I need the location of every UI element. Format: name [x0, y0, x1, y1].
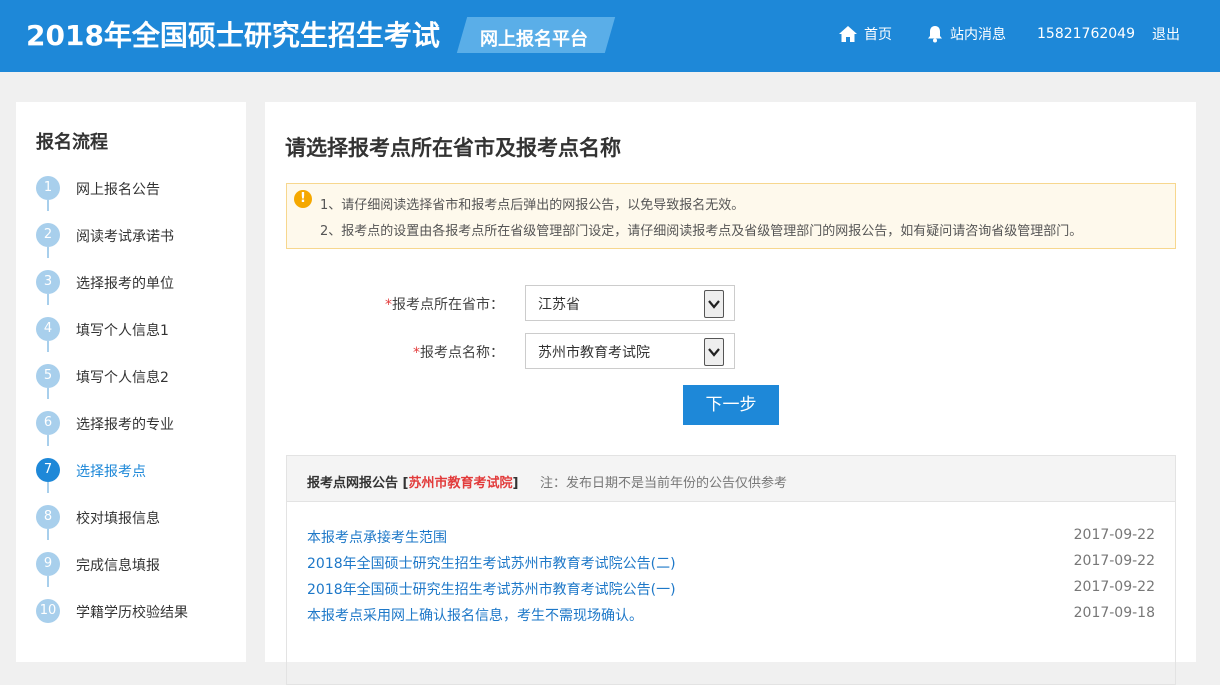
step-item: 10 学籍学历校验结果	[16, 587, 246, 634]
announcement-item: 2018年全国硕士研究生招生考试苏州市教育考试院公告(二) 2017-09-22	[307, 549, 1155, 575]
required-mark: *	[385, 297, 392, 313]
step-number: 7	[36, 458, 60, 482]
step-label: 完成信息填报	[76, 558, 160, 574]
page-title: 请选择报考点所在省市及报考点名称	[285, 136, 621, 160]
step-item: 9 完成信息填报	[16, 540, 246, 587]
main-panel: 请选择报考点所在省市及报考点名称 ! 1、请仔细阅读选择省市和报考点后弹出的网报…	[265, 102, 1196, 685]
step-label: 学籍学历校验结果	[76, 605, 188, 621]
step-connector	[47, 576, 49, 587]
step-item: 1 网上报名公告	[16, 164, 246, 211]
top-header: 2018年全国硕士研究生招生考试 网上报名平台 首页 站内消息 15821762…	[0, 0, 1220, 72]
announcement-title-prefix: 报考点网报公告 [	[307, 476, 409, 491]
step-label: 选择报考的专业	[76, 417, 174, 433]
sidebar-title: 报名流程	[36, 132, 108, 153]
next-step-button[interactable]: 下一步	[683, 385, 779, 425]
announcement-item: 本报考点承接考生范围 2017-09-22	[307, 523, 1155, 549]
step-connector	[47, 388, 49, 399]
announcement-note: 注：发布日期不是当前年份的公告仅供参考	[540, 476, 788, 491]
site-label: *报考点名称：	[413, 342, 504, 362]
step-number: 2	[36, 223, 60, 247]
step-label: 填写个人信息2	[76, 370, 169, 386]
announcement-item: 2018年全国硕士研究生招生考试苏州市教育考试院公告(一) 2017-09-22	[307, 575, 1155, 601]
warning-icon: !	[294, 190, 312, 208]
province-label: *报考点所在省市：	[385, 294, 504, 314]
province-select-value: 江苏省	[538, 297, 580, 313]
nav-messages-label: 站内消息	[950, 27, 1006, 43]
process-sidebar: 报名流程 1 网上报名公告 2 阅读考试承诺书 3 选择报考的单位 4 填写个人信息1 …	[16, 102, 246, 662]
step-number: 6	[36, 411, 60, 435]
step-label: 选择报考的单位	[76, 276, 174, 292]
announcement-date: 2017-09-22	[1073, 527, 1155, 543]
step-item: 4 填写个人信息1	[16, 305, 246, 352]
announcement-link[interactable]: 2018年全国硕士研究生招生考试苏州市教育考试院公告(二)	[307, 553, 676, 573]
notice-line-1: 1、请仔细阅读选择省市和报考点后弹出的网报公告，以免导致报名无效。	[320, 198, 745, 213]
dropdown-arrow[interactable]	[704, 290, 724, 318]
step-number: 8	[36, 505, 60, 529]
announcement-site-name: 苏州市教育考试院	[408, 476, 513, 491]
step-number: 1	[36, 176, 60, 200]
province-label-text: 报考点所在省市：	[392, 297, 504, 313]
announcement-link[interactable]: 2018年全国硕士研究生招生考试苏州市教育考试院公告(一)	[307, 579, 676, 599]
nav-home-label: 首页	[864, 27, 892, 43]
announcement-date: 2017-09-22	[1073, 553, 1155, 569]
platform-badge: 网上报名平台	[456, 17, 616, 53]
announcement-panel: 报考点网报公告 [苏州市教育考试院] 注：发布日期不是当前年份的公告仅供参考 本…	[286, 455, 1176, 685]
step-connector	[47, 294, 49, 305]
site-select-value: 苏州市教育考试院	[538, 345, 650, 361]
step-item-active: 7 选择报考点	[16, 446, 246, 493]
notice-line-2: 2、报考点的设置由各报考点所在省级管理部门设定，请仔细阅读报考点及省级管理部门的…	[320, 224, 1083, 239]
step-connector	[47, 482, 49, 493]
announcement-link[interactable]: 本报考点采用网上确认报名信息，考生不需现场确认。	[307, 605, 643, 625]
badge-label: 网上报名平台	[480, 29, 588, 50]
step-connector	[47, 247, 49, 258]
site-label-text: 报考点名称：	[420, 345, 504, 361]
site-select[interactable]: 苏州市教育考试院	[525, 333, 735, 369]
required-mark: *	[413, 345, 420, 361]
announcement-title: 报考点网报公告 [苏州市教育考试院]	[307, 472, 518, 491]
app-title: 2018年全国硕士研究生招生考试	[26, 19, 440, 52]
step-label: 填写个人信息1	[76, 323, 169, 339]
step-item: 3 选择报考的单位	[16, 258, 246, 305]
announcement-header: 报考点网报公告 [苏州市教育考试院] 注：发布日期不是当前年份的公告仅供参考	[287, 456, 1175, 502]
step-label: 阅读考试承诺书	[76, 229, 174, 245]
step-number: 4	[36, 317, 60, 341]
step-item: 5 填写个人信息2	[16, 352, 246, 399]
dropdown-arrow[interactable]	[704, 338, 724, 366]
step-label: 校对填报信息	[76, 511, 160, 527]
user-phone: 15821762049	[1037, 26, 1135, 42]
step-label: 网上报名公告	[76, 182, 160, 198]
home-icon	[839, 26, 857, 42]
step-connector	[47, 529, 49, 540]
nav-messages-link[interactable]: 站内消息	[926, 22, 1006, 46]
site-row: *报考点名称： 苏州市教育考试院	[265, 333, 1196, 369]
step-item: 6 选择报考的专业	[16, 399, 246, 446]
announcement-title-suffix: ]	[512, 476, 519, 491]
province-select[interactable]: 江苏省	[525, 285, 735, 321]
bell-icon	[928, 26, 942, 43]
step-number: 10	[36, 599, 60, 623]
announcement-date: 2017-09-22	[1073, 579, 1155, 595]
announcement-date: 2017-09-18	[1073, 605, 1155, 621]
chevron-down-icon	[708, 348, 720, 357]
logout-link[interactable]: 退出	[1152, 22, 1180, 46]
step-number: 9	[36, 552, 60, 576]
step-item: 8 校对填报信息	[16, 493, 246, 540]
province-row: *报考点所在省市： 江苏省	[265, 285, 1196, 321]
step-number: 5	[36, 364, 60, 388]
step-connector	[47, 200, 49, 211]
nav-home-link[interactable]: 首页	[838, 22, 892, 46]
step-label: 选择报考点	[76, 464, 146, 480]
step-item: 2 阅读考试承诺书	[16, 211, 246, 258]
chevron-down-icon	[708, 300, 720, 309]
step-connector	[47, 341, 49, 352]
step-number: 3	[36, 270, 60, 294]
announcement-item: 本报考点采用网上确认报名信息，考生不需现场确认。 2017-09-18	[307, 601, 1155, 627]
announcement-link[interactable]: 本报考点承接考生范围	[307, 527, 447, 547]
notice-box: ! 1、请仔细阅读选择省市和报考点后弹出的网报公告，以免导致报名无效。 2、报考…	[286, 183, 1176, 249]
step-connector	[47, 435, 49, 446]
